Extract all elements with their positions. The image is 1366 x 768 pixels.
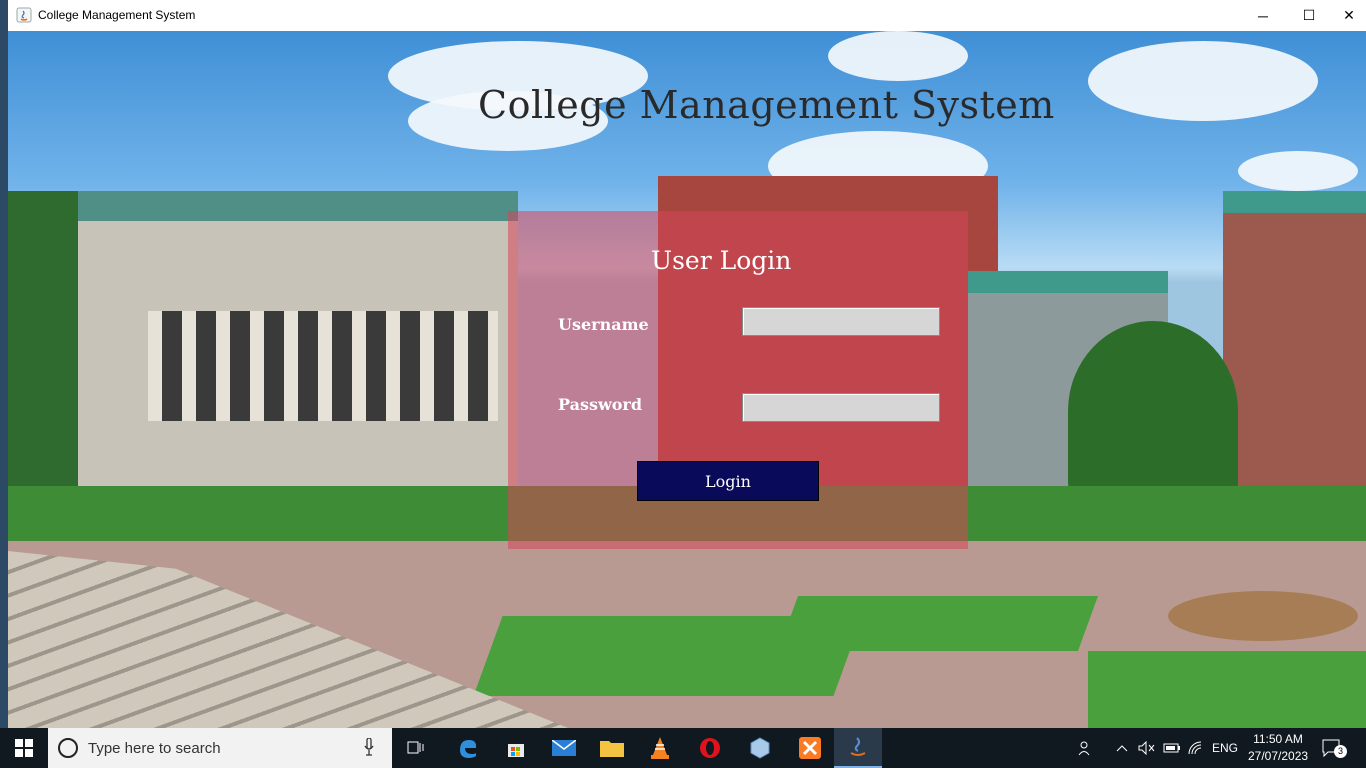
taskbar-clock[interactable]: 11:50 AM 27/07/2023: [1248, 731, 1308, 765]
virtualbox-glyph: [750, 737, 770, 759]
maximize-icon: ☐: [1302, 7, 1316, 23]
java-icon: [16, 7, 32, 23]
edge-icon[interactable]: [444, 728, 492, 768]
cortana-icon: [58, 738, 78, 758]
lawn-front-right: [1088, 651, 1366, 728]
edge-glyph: [460, 740, 477, 758]
battery-icon[interactable]: [1163, 728, 1181, 768]
username-input[interactable]: [742, 307, 940, 336]
wifi-glyph: [1188, 741, 1202, 755]
app-window: College Management System ─ ☐ ✕ College …: [8, 0, 1366, 728]
fountain: [1168, 591, 1358, 641]
glass-building-roof: [968, 271, 1168, 293]
speaker-glyph: [1138, 741, 1155, 755]
folder-glyph: [600, 741, 624, 757]
desktop: College Management System ─ ☐ ✕ College …: [0, 0, 1366, 768]
volume-muted-icon[interactable]: [1138, 728, 1156, 768]
xampp-icon[interactable]: [786, 728, 834, 768]
task-view-glyph: [407, 741, 424, 754]
mail-icon[interactable]: [540, 728, 588, 768]
chevron-up-icon: [1116, 745, 1128, 752]
vlc-glyph: [651, 737, 669, 759]
app-heading: College Management System: [478, 83, 1055, 127]
maximize-button[interactable]: ☐: [1286, 0, 1332, 31]
store-glyph: [508, 744, 524, 757]
show-hidden-icons-icon[interactable]: [1116, 728, 1128, 768]
opera-glyph: [700, 738, 720, 758]
right-building-roof: [1223, 191, 1366, 213]
vlc-icon[interactable]: [636, 728, 684, 768]
search-placeholder: Type here to search: [88, 740, 221, 757]
close-icon: ✕: [1343, 7, 1355, 23]
windows-logo-icon: [15, 739, 33, 757]
start-button[interactable]: [0, 728, 48, 768]
password-input[interactable]: [742, 393, 940, 422]
wifi-icon[interactable]: [1188, 728, 1206, 768]
window-titlebar[interactable]: College Management System ─ ☐ ✕: [8, 0, 1366, 31]
campus-background-image: College Management System User Login Use…: [8, 31, 1366, 728]
language-label: ENG: [1212, 741, 1239, 755]
password-label: Password: [558, 395, 643, 414]
cloud: [1238, 151, 1358, 191]
xampp-glyph: [799, 737, 821, 759]
task-view-icon[interactable]: [392, 728, 440, 768]
file-explorer-icon[interactable]: [588, 728, 636, 768]
people-icon[interactable]: [1078, 728, 1096, 768]
login-panel: User Login Username Password Login: [508, 211, 968, 549]
action-center-icon[interactable]: 3: [1322, 728, 1347, 768]
login-button[interactable]: Login: [637, 461, 819, 501]
mail-glyph: [552, 740, 576, 756]
lawn-front-middle: [777, 596, 1099, 651]
close-button[interactable]: ✕: [1332, 0, 1366, 31]
clock-time: 11:50 AM: [1253, 732, 1303, 746]
clock-date: 27/07/2023: [1248, 749, 1309, 763]
java-taskbar-icon[interactable]: [834, 728, 882, 768]
cloud: [1088, 41, 1318, 121]
store-icon[interactable]: [492, 728, 540, 768]
taskbar-search-box[interactable]: Type here to search: [48, 728, 392, 768]
desktop-background-edge: [0, 0, 8, 728]
tree-left: [8, 191, 78, 511]
opera-icon[interactable]: [686, 728, 734, 768]
microphone-icon[interactable]: [364, 738, 374, 756]
login-title: User Login: [651, 246, 792, 275]
library-columns: [148, 311, 498, 421]
minimize-button[interactable]: ─: [1240, 0, 1286, 31]
library-roof: [68, 191, 518, 221]
virtualbox-icon[interactable]: [736, 728, 784, 768]
cloud: [828, 31, 968, 81]
tree-right: [1068, 321, 1238, 501]
username-label: Username: [558, 315, 649, 334]
notification-count-badge: 3: [1334, 745, 1347, 758]
people-glyph: [1078, 741, 1090, 756]
right-building: [1223, 201, 1366, 501]
java-glyph: [850, 737, 866, 756]
language-indicator[interactable]: ENG: [1212, 728, 1238, 768]
battery-glyph: [1163, 743, 1180, 753]
window-title: College Management System: [38, 8, 196, 22]
taskbar: Type here to search ENG 11:50 AM 27/07/2…: [0, 728, 1366, 768]
minimize-icon: ─: [1258, 7, 1268, 24]
